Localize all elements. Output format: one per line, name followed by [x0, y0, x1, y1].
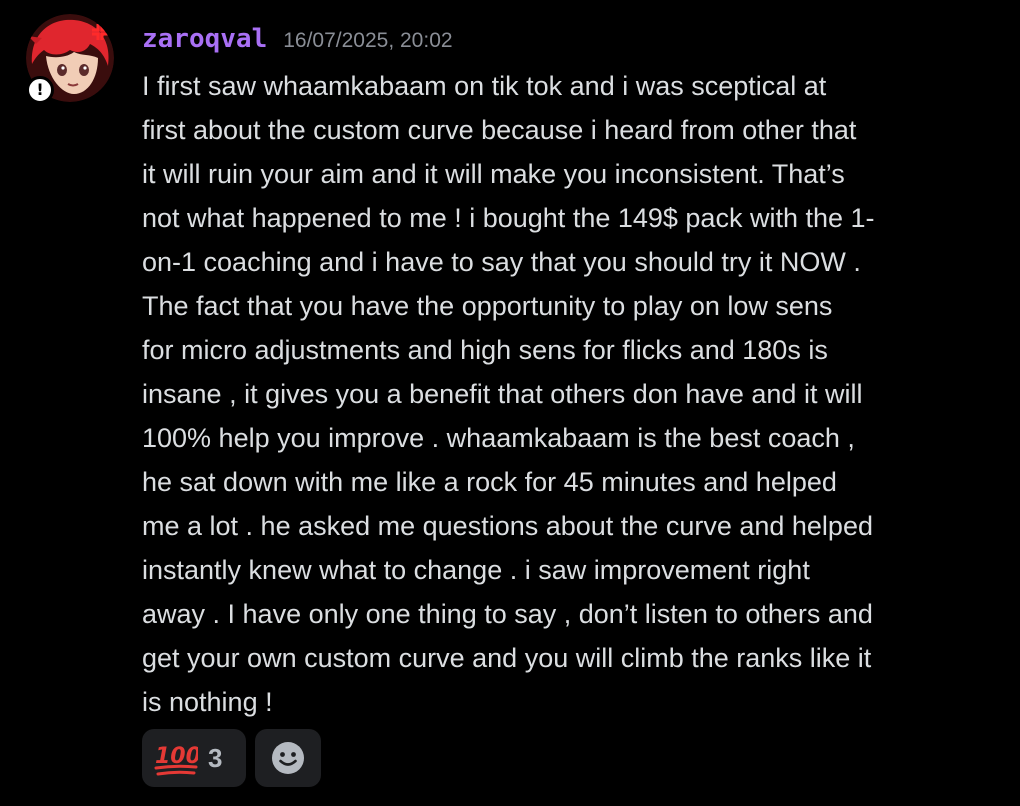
message-line: first about the custom curve because i h…: [142, 115, 857, 145]
timestamp[interactable]: 16/07/2025, 20:02: [283, 29, 452, 53]
message-line: he sat down with me like a rock for 45 m…: [142, 467, 837, 497]
add-reaction-button[interactable]: [255, 729, 321, 787]
message-line: instantly knew what to change . i saw im…: [142, 555, 810, 585]
chat-message: ! zaroqval 16/07/2025, 20:02 I first saw…: [0, 0, 1020, 806]
username[interactable]: zaroqval: [142, 24, 267, 54]
message-line: me a lot . he asked me questions about t…: [142, 511, 873, 541]
hundred-points-icon: 100: [154, 744, 198, 776]
message-line: get your own custom curve and you will c…: [142, 643, 872, 673]
message-line: not what happened to me ! i bought the 1…: [142, 203, 875, 233]
message-line: on-1 coaching and i have to say that you…: [142, 247, 861, 277]
add-reaction-smile-icon: [272, 742, 304, 774]
message-line: is nothing !: [142, 687, 273, 717]
reactions-bar: 100 3: [142, 729, 321, 787]
message-line: I first saw whaamkabaam on tik tok and i…: [142, 71, 827, 101]
message-header: zaroqval 16/07/2025, 20:02: [142, 24, 453, 58]
reaction-hundred-points[interactable]: 100 3: [142, 729, 246, 787]
message-line: insane , it gives you a benefit that oth…: [142, 379, 863, 409]
status-badge: !: [26, 76, 54, 104]
message-line: it will ruin your aim and it will make y…: [142, 159, 845, 189]
message-content: I first saw whaamkabaam on tik tok and i…: [142, 64, 1002, 724]
message-line: The fact that you have the opportunity t…: [142, 291, 833, 321]
user-avatar[interactable]: !: [26, 14, 114, 104]
message-line: 100% help you improve . whaamkabaam is t…: [142, 423, 855, 453]
message-line: for micro adjustments and high sens for …: [142, 335, 828, 365]
message-line: away . I have only one thing to say , do…: [142, 599, 873, 629]
reaction-count: 3: [208, 742, 223, 773]
